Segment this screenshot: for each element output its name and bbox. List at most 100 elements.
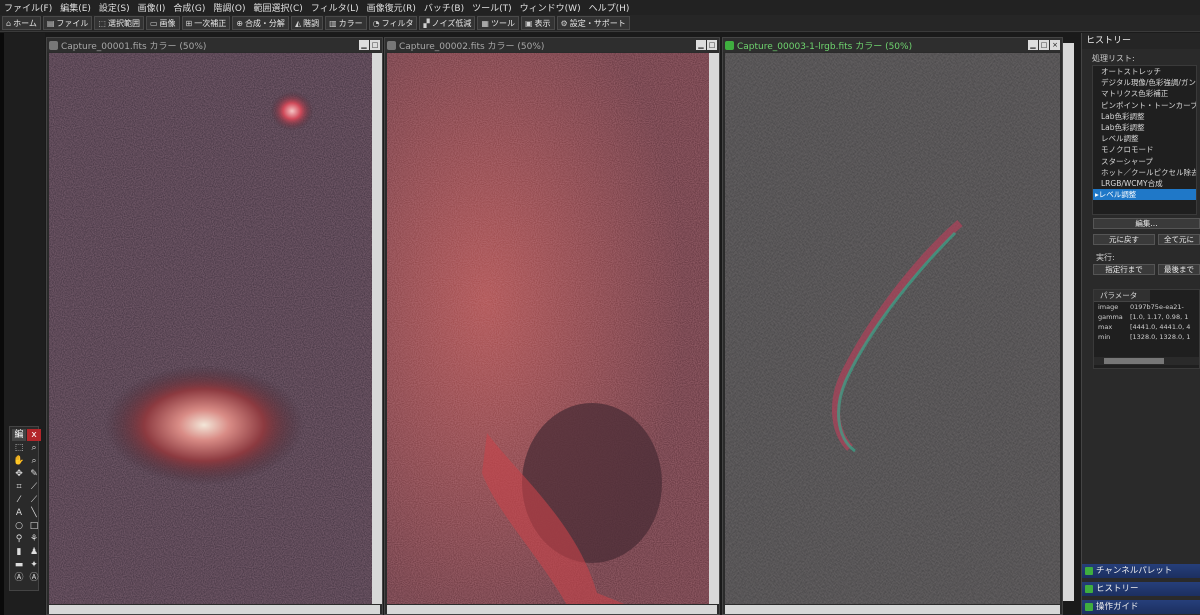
magnify-tool-icon[interactable]: ⌕ xyxy=(27,455,41,467)
minimize-button[interactable]: ▁ xyxy=(696,40,706,50)
history-item[interactable]: オートストレッチ xyxy=(1093,66,1196,77)
image-window-title[interactable]: Capture_00002.fits カラー (50%) xyxy=(385,38,719,52)
menu-item[interactable]: 設定(S) xyxy=(95,1,134,14)
horizontal-scrollbar[interactable] xyxy=(49,605,380,614)
toolbar-button[interactable]: ▣ 表示 xyxy=(520,16,555,30)
history-item[interactable]: デジタル現像/色彩強調/ガンマ xyxy=(1093,77,1196,88)
select-tool-icon[interactable]: ⬚ xyxy=(12,442,26,454)
line-tool-icon[interactable]: ╲ xyxy=(27,507,41,519)
menu-bar: ファイル(F) 編集(E) 設定(S) 画像(I) 合成(G) 階調(O) 範囲選択(C) フ… xyxy=(0,0,1200,15)
toolbox-close-button[interactable]: x xyxy=(27,429,41,441)
text-tool-icon[interactable]: A xyxy=(12,507,26,519)
undo-all-button[interactable]: 全て元に xyxy=(1158,234,1200,245)
image-window-title[interactable]: Capture_00003-1-lrgb.fits カラー (50%) xyxy=(723,38,1062,52)
vertical-scrollbar[interactable] xyxy=(372,53,382,604)
menu-item[interactable]: 編集(E) xyxy=(56,1,95,14)
execute-label: 実行: xyxy=(1096,253,1115,262)
undo-button[interactable]: 元に戻す xyxy=(1093,234,1155,245)
history-item[interactable]: レベル調整 xyxy=(1093,133,1196,144)
dock-history[interactable]: ヒストリー xyxy=(1082,582,1200,596)
toolbar-button[interactable]: ▞ ノイズ低減 xyxy=(419,16,476,30)
eyedropper-tool-icon[interactable]: ✎ xyxy=(27,468,41,480)
toolbar-button[interactable]: ⬚ 選択範囲 xyxy=(94,16,144,30)
menu-item[interactable]: 階調(O) xyxy=(209,1,249,14)
image-window-2[interactable]: Capture_00002.fits カラー (50%) ▁ □ xyxy=(384,37,720,615)
maximize-button[interactable]: □ xyxy=(1039,40,1049,50)
home-icon: ⌂ xyxy=(6,18,12,28)
measure-tool-icon[interactable]: ⟋ xyxy=(27,481,41,493)
menu-item[interactable]: バッチ(B) xyxy=(420,1,468,14)
toolbar-button[interactable]: ▦ ツール xyxy=(477,16,519,30)
hand-tool-icon[interactable]: ✋ xyxy=(12,455,26,467)
gradient-tool-icon[interactable]: ▬ xyxy=(12,559,26,571)
star-tool-icon[interactable]: ✦ xyxy=(27,559,41,571)
run-to-selected-button[interactable]: 指定行まで xyxy=(1093,264,1155,275)
run-to-last-button[interactable]: 最後まで xyxy=(1158,264,1200,275)
menu-item[interactable]: ヘルプ(H) xyxy=(585,1,634,14)
parameters-scrollbar[interactable] xyxy=(1094,357,1199,365)
smudge-tool-icon[interactable]: ▮ xyxy=(12,546,26,558)
history-item[interactable]: ホット／クールピクセル除去 xyxy=(1093,167,1196,178)
image-canvas-veil[interactable] xyxy=(725,53,1060,604)
toolbox: 編 x ⬚ ⌕ ✋ ⌕ ✥ ✎ ⌗ ⟋ ⁄ ⟋ A ╲ ○ □ ⚲ ⚘ ▮ ♟ … xyxy=(9,426,41,591)
text-outline-tool-icon[interactable]: Ⓐ xyxy=(27,572,41,584)
menu-item[interactable]: ツール(T) xyxy=(468,1,516,14)
rectangle-tool-icon[interactable]: □ xyxy=(27,520,41,532)
toolbar-button[interactable]: ⊞ 一次補正 xyxy=(181,16,231,30)
history-item[interactable]: スターシャープ xyxy=(1093,156,1196,167)
history-item[interactable]: ピンポイント・トーンカーブ xyxy=(1093,100,1196,111)
menu-item[interactable]: ウィンドウ(W) xyxy=(516,1,585,14)
active-window-vertical-scrollbar[interactable] xyxy=(1063,43,1074,601)
menu-item[interactable]: 画像(I) xyxy=(134,1,170,14)
image-window-3[interactable]: Capture_00003-1-lrgb.fits カラー (50%) ▁ □ × xyxy=(722,37,1063,615)
dock-channel-palette[interactable]: チャンネルパレット xyxy=(1082,564,1200,578)
clone-tool-icon[interactable]: ⚘ xyxy=(27,533,41,545)
menu-item[interactable]: 範囲選択(C) xyxy=(249,1,306,14)
image-window-title[interactable]: Capture_00001.fits カラー (50%) xyxy=(47,38,382,52)
menu-item[interactable]: 合成(G) xyxy=(169,1,209,14)
horizontal-scrollbar[interactable] xyxy=(725,605,1060,614)
ellipse-tool-icon[interactable]: ○ xyxy=(12,520,26,532)
minimize-button[interactable]: ▁ xyxy=(1028,40,1038,50)
toolbar-button[interactable]: ▤ ファイル xyxy=(42,16,93,30)
history-item[interactable]: ▸レベル調整 xyxy=(1093,189,1196,201)
dock-operation-guide[interactable]: 操作ガイド xyxy=(1082,600,1200,614)
menu-item[interactable]: フィルタ(L) xyxy=(307,1,363,14)
text-box-tool-icon[interactable]: Ⓐ xyxy=(12,572,26,584)
image-window-1[interactable]: Capture_00001.fits カラー (50%) ▁ □ xyxy=(46,37,383,615)
pencil-tool-icon[interactable]: ⟋ xyxy=(27,494,41,506)
minimize-button[interactable]: ▁ xyxy=(359,40,369,50)
parameters-tab[interactable]: パラメータ xyxy=(1094,290,1150,302)
maximize-button[interactable]: □ xyxy=(370,40,380,50)
toolbar-button[interactable]: ◔ フィルタ xyxy=(368,16,418,30)
menu-item[interactable]: 画像復元(R) xyxy=(363,1,420,14)
image-canvas-lagoon[interactable] xyxy=(49,53,380,604)
toolbar-button[interactable]: ▥ カラー xyxy=(325,16,367,30)
image-canvas-north-america[interactable] xyxy=(387,53,717,604)
vertical-scrollbar[interactable] xyxy=(709,53,719,604)
stamp-tool-icon[interactable]: ♟ xyxy=(27,546,41,558)
history-item[interactable]: Lab色彩調整 xyxy=(1093,111,1196,122)
menu-item[interactable]: ファイル(F) xyxy=(0,1,56,14)
toolbar-button[interactable]: ⌂ ホーム xyxy=(2,16,41,30)
maximize-button[interactable]: □ xyxy=(707,40,717,50)
horizontal-scrollbar[interactable] xyxy=(387,605,717,614)
history-item[interactable]: モノクロモード xyxy=(1093,144,1196,155)
primary-correction-icon: ⊞ xyxy=(185,18,193,28)
crop-tool-icon[interactable]: ⌗ xyxy=(12,481,26,493)
history-item[interactable]: マトリクス色彩補正 xyxy=(1093,88,1196,99)
brush-tool-icon[interactable]: ⁄ xyxy=(12,494,26,506)
edit-button[interactable]: 編集... xyxy=(1093,218,1200,229)
history-item[interactable]: LRGB/WCMY合成 xyxy=(1093,178,1196,189)
close-button[interactable]: × xyxy=(1050,40,1060,50)
toolbar-button-label: 階調 xyxy=(303,18,320,28)
history-item[interactable]: Lab色彩調整 xyxy=(1093,122,1196,133)
zoom-tool-icon[interactable]: ⌕ xyxy=(27,442,41,454)
toolbar-button[interactable]: ⚙ 設定・サポート xyxy=(556,16,630,30)
move-tool-icon[interactable]: ✥ xyxy=(12,468,26,480)
history-list[interactable]: オートストレッチ デジタル現像/色彩強調/ガンマ マトリクス色彩補正 ピンポイント・ト… xyxy=(1092,65,1197,215)
toolbar-button[interactable]: ⊕ 合成・分解 xyxy=(232,16,289,30)
toolbar-button[interactable]: ▭ 画像 xyxy=(145,16,180,30)
toolbar-button[interactable]: ◭ 階調 xyxy=(290,16,324,30)
bucket-tool-icon[interactable]: ⚲ xyxy=(12,533,26,545)
